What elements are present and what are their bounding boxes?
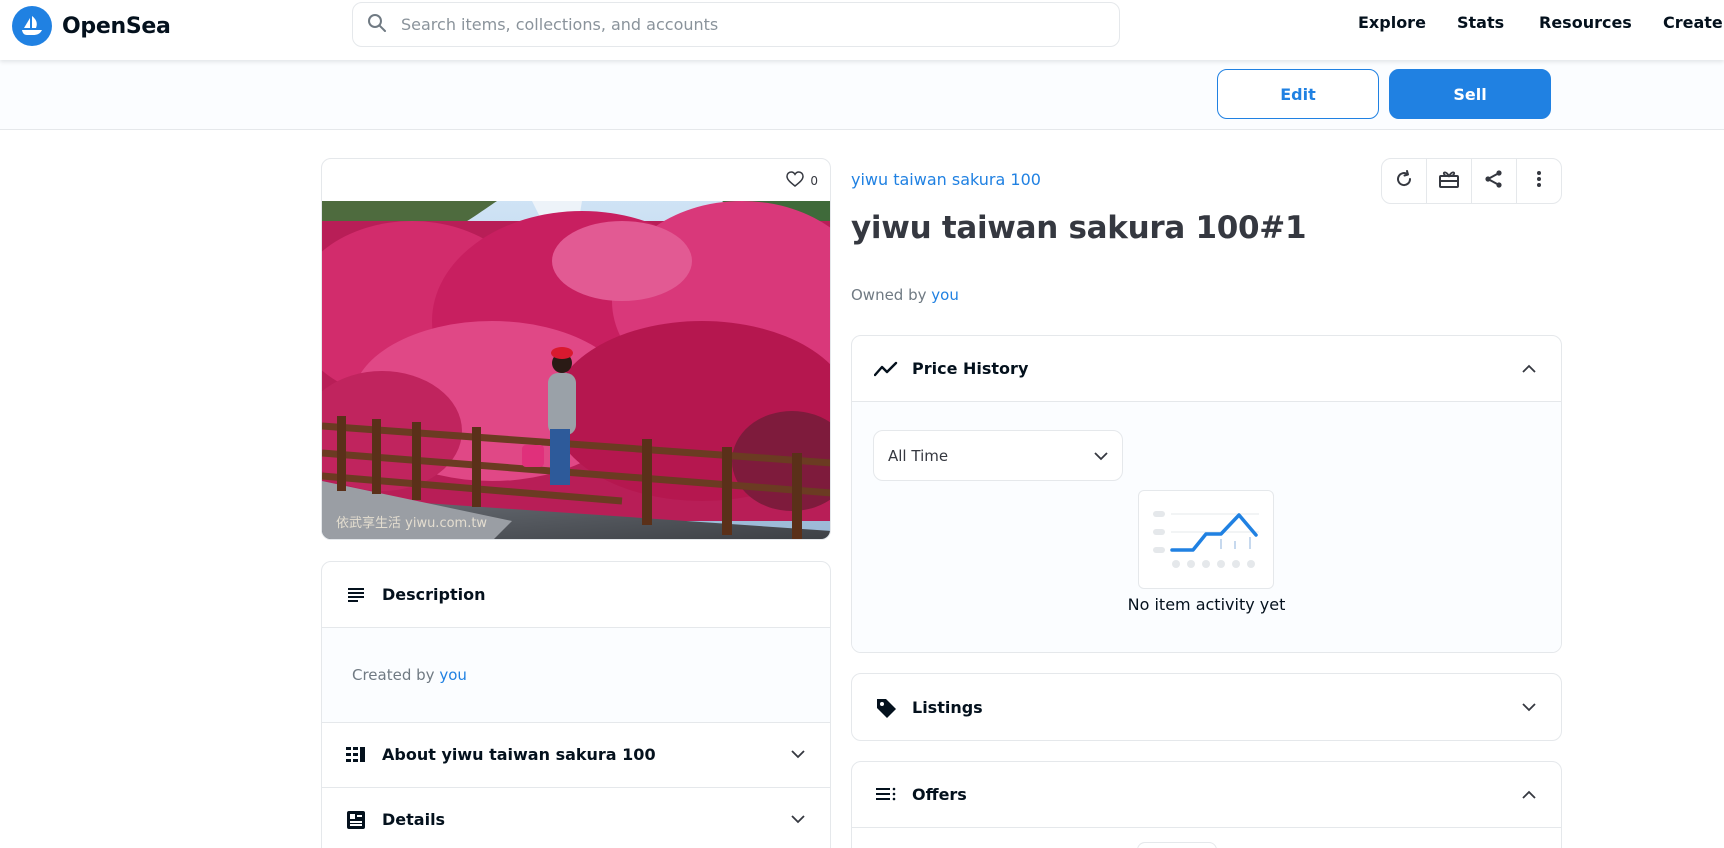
item-title: yiwu taiwan sakura 100#1 [851, 210, 1307, 246]
details-header[interactable]: Details [322, 787, 830, 848]
time-range-select[interactable]: All Time [873, 430, 1123, 481]
about-collection-title: About yiwu taiwan sakura 100 [382, 745, 656, 764]
chevron-down-icon [1094, 447, 1108, 465]
favorite-count: 0 [810, 173, 818, 188]
opensea-logo-icon [12, 6, 52, 46]
favorite-button[interactable]: 0 [786, 171, 818, 190]
search-input[interactable] [401, 3, 1119, 46]
chevron-down-icon[interactable] [788, 744, 808, 764]
listings-header[interactable]: Listings [852, 675, 1561, 740]
owned-by-label: Owned by [851, 286, 927, 304]
price-history-body: All Time No item activity yet [852, 402, 1561, 652]
description-title: Description [382, 585, 486, 604]
transfer-button[interactable] [1427, 159, 1472, 203]
left-info-panels: Description Created by you About yiwu ta… [321, 561, 831, 848]
chevron-up-icon[interactable] [1519, 358, 1539, 378]
offers-panel: Offers [851, 761, 1562, 848]
search-icon [367, 13, 387, 37]
more-options-button[interactable] [1517, 159, 1561, 203]
list-icon [874, 783, 898, 807]
owner-link[interactable]: you [931, 286, 959, 304]
brand-logo-link[interactable]: OpenSea [12, 4, 171, 48]
price-history-header[interactable]: Price History [852, 336, 1561, 401]
photo-watermark: 依武享生活 yiwu.com.tw [336, 515, 487, 531]
chevron-down-icon[interactable] [788, 809, 808, 829]
sell-button[interactable]: Sell [1389, 69, 1551, 119]
search-bar[interactable] [352, 2, 1120, 47]
share-icon [1484, 169, 1504, 193]
nav-create[interactable]: Create [1663, 13, 1723, 32]
created-by-label: Created by [352, 666, 435, 684]
collection-link[interactable]: yiwu taiwan sakura 100 [851, 170, 1041, 189]
details-title: Details [382, 810, 446, 829]
owned-by-text: Owned by you [851, 286, 959, 304]
description-body: Created by you [322, 628, 830, 722]
gift-icon [1438, 169, 1460, 193]
time-range-value: All Time [888, 446, 949, 465]
description-icon [344, 583, 368, 607]
chevron-down-icon[interactable] [1519, 697, 1539, 717]
more-vertical-icon [1536, 170, 1542, 192]
edit-button[interactable]: Edit [1217, 69, 1379, 119]
share-button[interactable] [1472, 159, 1517, 203]
price-history-panel: Price History All Time No item activity … [851, 335, 1562, 653]
top-navigation: OpenSea Explore Stats Resources Create [0, 0, 1724, 60]
collection-info-icon [344, 743, 368, 767]
nav-resources[interactable]: Resources [1539, 13, 1632, 32]
refresh-metadata-button[interactable] [1382, 159, 1427, 203]
brand-name: OpenSea [62, 13, 171, 39]
listings-title: Listings [912, 698, 983, 717]
item-media-card: 0 依武享生活 yiwu.com.tw [321, 158, 831, 540]
description-header[interactable]: Description [322, 562, 830, 627]
offers-empty-illustration [1137, 842, 1217, 848]
price-history-title: Price History [912, 359, 1029, 378]
heart-icon [786, 171, 805, 190]
created-by-text: Created by you [352, 666, 467, 684]
listings-panel: Listings [851, 673, 1562, 741]
item-toolbar [1381, 158, 1562, 204]
refresh-icon [1394, 169, 1414, 193]
nav-explore[interactable]: Explore [1358, 13, 1426, 32]
divider [852, 827, 1561, 828]
empty-activity-text: No item activity yet [1127, 595, 1286, 614]
item-action-bar: Edit Sell [0, 60, 1724, 130]
item-photo[interactable]: 依武享生活 yiwu.com.tw [322, 201, 831, 540]
offers-header[interactable]: Offers [852, 762, 1561, 827]
chevron-up-icon[interactable] [1519, 784, 1539, 804]
about-collection-header[interactable]: About yiwu taiwan sakura 100 [322, 722, 830, 787]
trending-up-icon [874, 357, 898, 381]
offers-title: Offers [912, 785, 967, 804]
nav-stats[interactable]: Stats [1457, 13, 1504, 32]
creator-link[interactable]: you [439, 666, 467, 684]
empty-chart-illustration [1138, 490, 1274, 589]
tag-icon [874, 696, 898, 720]
details-icon [344, 808, 368, 832]
